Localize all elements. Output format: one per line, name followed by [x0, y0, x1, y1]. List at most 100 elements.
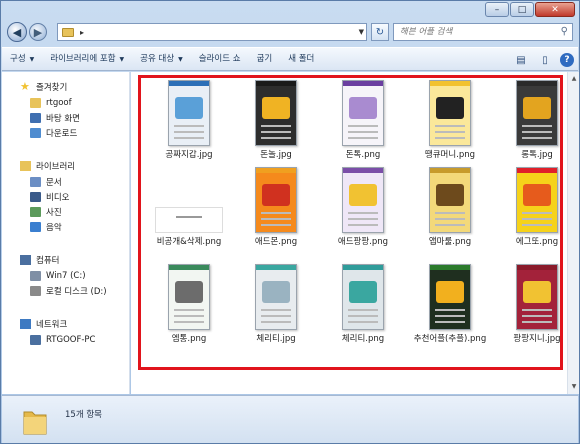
sidebar-item-label: 바탕 화면 [46, 113, 80, 124]
image-thumbnail [168, 80, 210, 146]
file-item[interactable]: 돈놀.jpg [232, 80, 320, 160]
search-input[interactable] [400, 24, 555, 40]
organize-label: 구성 [10, 54, 26, 64]
folder-icon [62, 27, 74, 37]
sidebar-item-label: 사진 [46, 207, 62, 218]
pictures-icon [30, 206, 41, 217]
sidebar-group-favorites[interactable]: ★ 즐겨찾기 [20, 79, 67, 94]
window-controls: – □ ✕ [484, 2, 575, 17]
sidebar-item-videos[interactable]: 비디오 [30, 189, 69, 204]
burn-button[interactable]: 굽기 [249, 47, 281, 71]
sidebar-item-user-folder[interactable]: rtgoof [30, 95, 72, 110]
sidebar-item-label: 비디오 [46, 192, 70, 203]
file-item[interactable]: 공짜지갑.jpg [145, 80, 233, 160]
slide-show-button[interactable]: 슬라이드 쇼 [191, 47, 249, 71]
new-folder-button[interactable]: 새 폴더 [280, 47, 322, 71]
sidebar-item-desktop[interactable]: 바탕 화면 [30, 110, 80, 125]
sidebar-item-music[interactable]: 음악 [30, 219, 62, 234]
sidebar-item-drive-c[interactable]: Win7 (C:) [30, 268, 86, 283]
maximize-button[interactable]: □ [510, 2, 534, 17]
image-thumbnail [516, 167, 558, 233]
file-item[interactable]: 애드팡팡.png [319, 167, 407, 247]
minimize-button[interactable]: – [485, 2, 509, 17]
sidebar-group-label: 라이브러리 [36, 161, 76, 172]
preview-pane-icon[interactable]: ▯ [536, 52, 554, 68]
chevron-down-icon[interactable]: ▼ [359, 28, 364, 36]
sidebar-group-label: 네트워크 [36, 319, 68, 330]
file-name: 애드팡팡.png [337, 237, 389, 247]
navigation-pane: ★ 즐겨찾기 rtgoof 바탕 화면다운로드라이브러리문서비디오사진음악컴퓨터 Win… [2, 72, 130, 394]
file-name: 돈톡.png [345, 150, 381, 160]
sidebar-group-label: 컴퓨터 [36, 255, 60, 266]
title-bar: – □ ✕ [1, 1, 579, 17]
file-item[interactable]: 돈톡.png [319, 80, 407, 160]
sidebar-group-libraries[interactable]: 라이브러리 [20, 158, 75, 173]
help-icon[interactable]: ? [560, 53, 574, 67]
image-thumbnail [342, 264, 384, 330]
file-name: 공짜지갑.jpg [165, 150, 213, 160]
refresh-button[interactable]: ↻ [371, 23, 389, 41]
scroll-up-icon[interactable]: ▲ [569, 74, 579, 84]
command-bar: 구성 ▼ 라이브러리에 포함 ▼ 공유 대상 ▼ 슬라이드 쇼 굽기 새 폴더 ▤ ▯? [2, 47, 578, 71]
file-item[interactable]: 체리티.png [319, 264, 407, 344]
sidebar-group-network[interactable]: 네트워크 [20, 316, 67, 331]
sidebar-item-pc[interactable]: RTGOOF-PC [30, 332, 95, 347]
vertical-scrollbar[interactable]: ▲ ▼ [567, 72, 579, 394]
image-thumbnail [429, 167, 471, 233]
search-box[interactable]: ⚲ [393, 23, 573, 41]
file-item[interactable]: 땡큐머니.png [406, 80, 494, 160]
address-bar[interactable]: ▸ ▼ [57, 23, 367, 41]
file-item[interactable]: 추천어플(추플).png [406, 264, 494, 344]
image-thumbnail [255, 167, 297, 233]
breadcrumb-arrow[interactable]: ▸ [80, 28, 84, 37]
include-in-library-button[interactable]: 라이브러리에 포함 ▼ [42, 47, 132, 71]
image-thumbnail [168, 264, 210, 330]
network-icon [20, 318, 31, 329]
organize-button[interactable]: 구성 ▼ [2, 47, 42, 71]
back-arrow-icon: ◀ [12, 25, 22, 39]
sidebar-item-pictures[interactable]: 사진 [30, 204, 62, 219]
sidebar-item-documents[interactable]: 문서 [30, 174, 62, 189]
search-icon[interactable]: ⚲ [561, 26, 568, 37]
desktop-icon [30, 112, 41, 123]
sidebar-item-drive-d[interactable]: 로컬 디스크 (D:) [30, 283, 107, 298]
image-thumbnail [429, 264, 471, 330]
file-item[interactable]: 체리티.jpg [232, 264, 320, 344]
views-icon[interactable]: ▤ [512, 52, 530, 68]
sidebar-group-computer[interactable]: 컴퓨터 [20, 252, 59, 267]
file-item[interactable]: 앱마룰.png [406, 167, 494, 247]
drive-c-icon [30, 270, 41, 281]
sidebar-item-label: 다운로드 [46, 128, 78, 139]
burn-label: 굽기 [256, 54, 273, 64]
image-thumbnail [155, 207, 223, 233]
file-name: 추천어플(추플).png [413, 334, 487, 344]
file-name: 땡큐머니.png [424, 150, 476, 160]
scroll-down-icon[interactable]: ▼ [569, 382, 579, 392]
chevron-down-icon: ▼ [178, 56, 183, 63]
details-pane: 15개 항목 [2, 395, 578, 443]
close-button[interactable]: ✕ [535, 2, 575, 17]
sidebar-item-label: 문서 [46, 177, 62, 188]
downloads-icon [30, 127, 41, 138]
share-with-button[interactable]: 공유 대상 ▼ [132, 47, 191, 71]
sidebar-item-label: RTGOOF-PC [46, 334, 96, 345]
slide-show-label: 슬라이드 쇼 [198, 54, 241, 64]
sidebar-item-downloads[interactable]: 다운로드 [30, 125, 77, 140]
computer-icon [20, 254, 31, 265]
music-icon [30, 221, 41, 232]
image-thumbnail [255, 264, 297, 330]
videos-icon [30, 191, 41, 202]
chevron-down-icon: ▼ [119, 56, 125, 63]
file-item[interactable]: 비공개&삭제.png [145, 167, 233, 247]
back-button[interactable]: ◀ [7, 22, 27, 42]
file-item[interactable]: 엠통.png [145, 264, 233, 344]
refresh-icon: ↻ [375, 26, 385, 38]
file-name: 체리티.jpg [256, 334, 296, 344]
sidebar-item-label: rtgoof [46, 97, 72, 108]
image-thumbnail [255, 80, 297, 146]
image-thumbnail [516, 80, 558, 146]
forward-button[interactable]: ▶ [29, 23, 47, 41]
image-thumbnail [342, 80, 384, 146]
sidebar-item-label: 음악 [46, 222, 62, 233]
file-item[interactable]: 애드몬.png [232, 167, 320, 247]
